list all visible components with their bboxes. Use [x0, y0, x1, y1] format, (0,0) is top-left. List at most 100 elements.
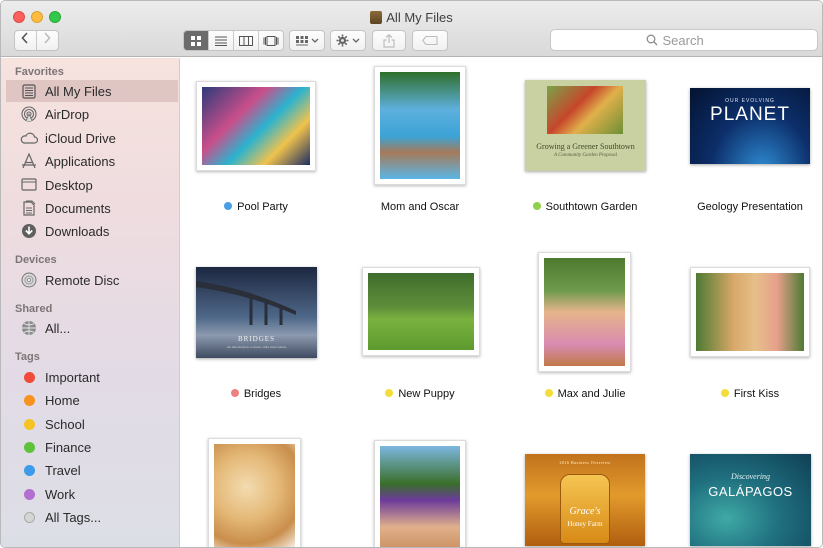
- sidebar-item-tag-travel[interactable]: Travel: [6, 459, 178, 481]
- mom-and-oscar-photo: [380, 72, 460, 179]
- all-files-icon: [20, 82, 38, 100]
- sidebar-item-shared-all[interactable]: All...: [6, 317, 178, 339]
- file-label[interactable]: Bridges: [181, 388, 346, 400]
- arrange-grid-icon: [295, 35, 308, 45]
- arrange-button[interactable]: [289, 30, 325, 51]
- forward-button[interactable]: [37, 31, 58, 50]
- file-thumbnail[interactable]: Growing a Greener Southtown A Community …: [525, 80, 646, 171]
- pastries-photo: [214, 444, 295, 547]
- all-files-icon: [370, 11, 383, 24]
- new-puppy-photo: [368, 273, 474, 350]
- file-label[interactable]: Southtown Garden: [495, 201, 675, 213]
- sidebar-item-label: Documents: [45, 200, 111, 216]
- sidebar-item-tag-important[interactable]: Important: [6, 366, 178, 388]
- sidebar-item-tag-work[interactable]: Work: [6, 483, 178, 505]
- gallery-view-button[interactable]: [259, 31, 284, 50]
- file-label[interactable]: New Puppy: [330, 388, 510, 400]
- sidebar-item-remote-disc[interactable]: Remote Disc: [6, 269, 178, 291]
- file-name: Southtown Garden: [545, 201, 638, 213]
- action-button[interactable]: [330, 30, 366, 51]
- file-thumbnail[interactable]: BRIDGES An introduction to much older in…: [196, 267, 317, 358]
- tags-header: Tags: [15, 351, 40, 363]
- file-thumbnail[interactable]: Discovering GALÁPAGOS: [690, 454, 811, 546]
- purple-dot-icon: [23, 488, 35, 500]
- sidebar-item-documents[interactable]: Documents: [6, 197, 178, 219]
- file-thumbnail[interactable]: [196, 81, 316, 171]
- search-field[interactable]: [550, 29, 818, 51]
- file-name: Mom and Oscar: [380, 201, 460, 213]
- sidebar-item-label: All...: [45, 320, 71, 336]
- sidebar-item-label: iCloud Drive: [45, 130, 116, 146]
- sidebar-item-airdrop[interactable]: AirDrop: [6, 103, 178, 125]
- sidebar-item-tag-finance[interactable]: Finance: [6, 436, 178, 458]
- gear-icon: [336, 34, 349, 47]
- icon-view-button[interactable]: [183, 31, 209, 50]
- yellow-tag-dot-icon: [385, 389, 394, 397]
- chevron-down-icon: [352, 38, 360, 43]
- file-thumbnail[interactable]: 2016 Business Overview Grace's Honey Far…: [525, 454, 645, 546]
- sidebar-item-downloads[interactable]: Downloads: [6, 220, 178, 242]
- file-thumbnail[interactable]: [538, 252, 631, 372]
- file-thumbnail[interactable]: [690, 267, 810, 357]
- file-name: Geology Presentation: [697, 201, 803, 213]
- max-and-julie-photo: [544, 258, 625, 366]
- desktop-icon: [20, 176, 38, 194]
- sidebar-item-label: Work: [45, 486, 76, 502]
- disc-icon: [20, 271, 38, 289]
- file-thumbnail[interactable]: [374, 66, 466, 185]
- yellow-tag-dot-icon: [544, 389, 553, 397]
- file-thumbnail[interactable]: [374, 440, 466, 547]
- downloads-icon: [20, 222, 38, 240]
- sidebar-item-icloud-drive[interactable]: iCloud Drive: [6, 127, 178, 149]
- chevron-left-icon: [21, 32, 28, 44]
- document-title: Growing a Greener Southtown: [536, 142, 635, 151]
- back-button[interactable]: [15, 31, 37, 50]
- tags-button[interactable]: [412, 30, 448, 51]
- column-view-button[interactable]: [234, 31, 259, 50]
- yellow-dot-icon: [23, 418, 35, 430]
- file-label[interactable]: Mom and Oscar: [330, 201, 510, 213]
- file-label[interactable]: First Kiss: [660, 388, 822, 400]
- red-dot-icon: [23, 371, 35, 383]
- file-thumbnail[interactable]: [362, 267, 480, 356]
- sidebar-item-all-tags[interactable]: All Tags...: [6, 506, 178, 528]
- sidebar-item-all-my-files[interactable]: All My Files: [6, 80, 178, 102]
- documents-icon: [20, 199, 38, 217]
- file-label[interactable]: Geology Presentation: [660, 201, 822, 213]
- list-view-button[interactable]: [209, 31, 234, 50]
- file-thumbnail[interactable]: [208, 438, 301, 547]
- sidebar-item-tag-school[interactable]: School: [6, 413, 178, 435]
- airdrop-icon: [20, 105, 38, 123]
- grid-icon: [190, 35, 201, 46]
- tag-icon: [422, 36, 438, 45]
- sidebar-item-label: Finance: [45, 439, 92, 455]
- file-label[interactable]: Max and Julie: [495, 388, 675, 400]
- document-kicker: 2016 Business Overview: [559, 460, 611, 465]
- tag-color-dot-icon: [20, 461, 38, 479]
- search-icon: [646, 34, 657, 46]
- sidebar-item-applications[interactable]: Applications: [6, 150, 178, 172]
- cloud-icon: [20, 129, 38, 147]
- coverflow-icon: [263, 35, 279, 46]
- all-tags-icon: [20, 508, 38, 526]
- sidebar-item-tag-home[interactable]: Home: [6, 389, 178, 411]
- bridge-image: [196, 281, 296, 325]
- favorites-header: Favorites: [15, 66, 64, 78]
- file-thumbnail[interactable]: OUR EVOLVING PLANET: [690, 88, 810, 164]
- sidebar-item-desktop[interactable]: Desktop: [6, 174, 178, 196]
- devices-header: Devices: [15, 254, 57, 266]
- red-tag-dot-icon: [230, 389, 239, 397]
- toolbar: All My Files: [1, 1, 822, 57]
- sidebar: Favorites All My Files AirDrop iCloud Dr…: [1, 58, 180, 547]
- sidebar-item-label: School: [45, 416, 85, 432]
- search-input[interactable]: [662, 32, 723, 48]
- tag-color-dot-icon: [20, 438, 38, 456]
- share-button[interactable]: [372, 30, 406, 51]
- sidebar-item-label: All Tags...: [45, 509, 102, 525]
- window-title-text: All My Files: [386, 10, 453, 25]
- shared-header: Shared: [15, 303, 53, 315]
- file-label[interactable]: Pool Party: [181, 201, 346, 213]
- first-kiss-photo: [696, 273, 804, 351]
- window-title: All My Files: [1, 10, 822, 25]
- sidebar-item-label: Applications: [45, 153, 116, 169]
